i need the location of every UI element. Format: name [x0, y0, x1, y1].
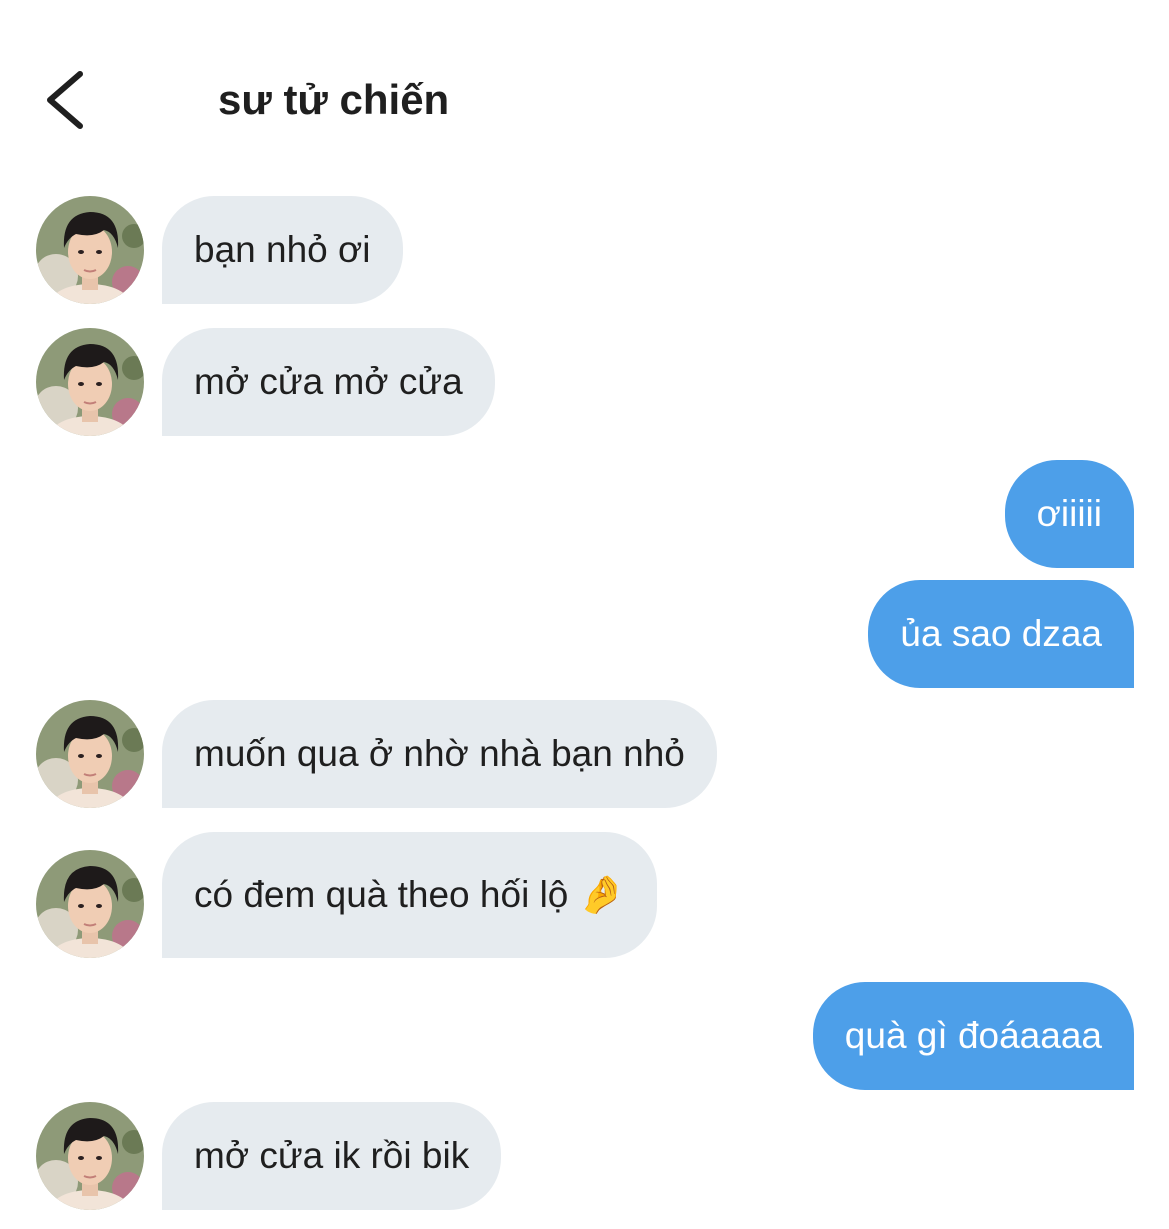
chat-title: sư tử chiến — [218, 76, 450, 123]
message-row: mở cửa mở cửa — [0, 328, 1169, 436]
message-row: ơiiiii — [0, 460, 1169, 568]
incoming-message-bubble[interactable]: có đem quà theo hối lộ 🤌 — [162, 832, 657, 958]
outgoing-message-bubble[interactable]: ủa sao dzaa — [868, 580, 1134, 688]
message-row: mở cửa ik rồi bik — [0, 1102, 1169, 1210]
incoming-message-bubble[interactable]: bạn nhỏ ơi — [162, 196, 403, 304]
chat-screen: { "header": { "back_icon": "chevron-left… — [0, 0, 1169, 1229]
back-button[interactable] — [36, 62, 100, 138]
chevron-left-icon — [47, 71, 83, 129]
avatar[interactable] — [36, 196, 144, 304]
message-row: bạn nhỏ ơi — [0, 196, 1169, 304]
avatar[interactable] — [36, 1102, 144, 1210]
avatar[interactable] — [36, 850, 144, 958]
incoming-message-bubble[interactable]: muốn qua ở nhờ nhà bạn nhỏ — [162, 700, 717, 808]
message-row: quà gì đoáaaaa — [0, 982, 1169, 1090]
avatar[interactable] — [36, 328, 144, 436]
message-row: muốn qua ở nhờ nhà bạn nhỏ — [0, 700, 1169, 808]
incoming-message-bubble[interactable]: mở cửa ik rồi bik — [162, 1102, 502, 1210]
avatar[interactable] — [36, 700, 144, 808]
chat-header: sư tử chiến — [0, 0, 1169, 180]
message-row: ủa sao dzaa — [0, 580, 1169, 688]
incoming-message-bubble[interactable]: mở cửa mở cửa — [162, 328, 495, 436]
outgoing-message-bubble[interactable]: quà gì đoáaaaa — [812, 982, 1134, 1090]
message-row: có đem quà theo hối lộ 🤌 — [0, 832, 1169, 958]
outgoing-message-bubble[interactable]: ơiiiii — [1004, 460, 1134, 568]
